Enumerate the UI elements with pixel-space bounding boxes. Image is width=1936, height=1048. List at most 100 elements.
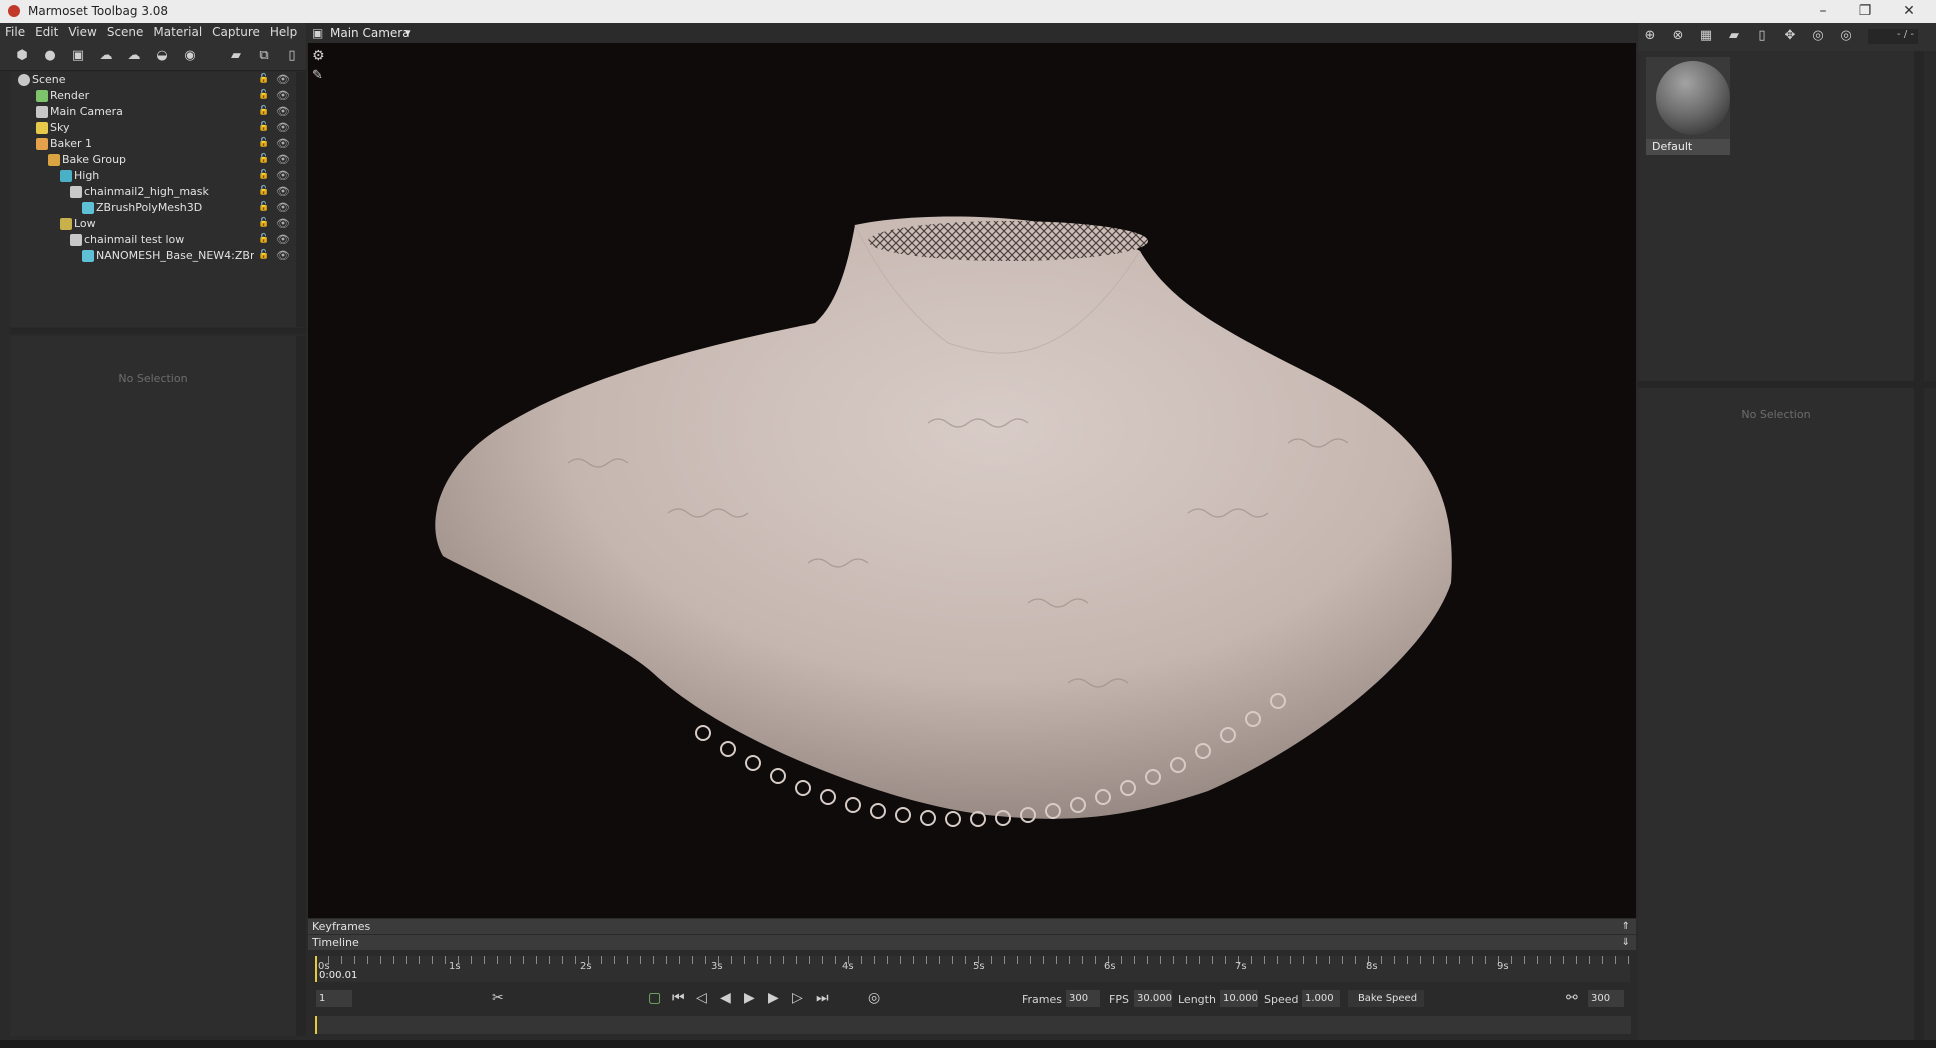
visibility-eye-icon[interactable]: 👁 (276, 201, 290, 214)
visibility-eye-icon[interactable]: 👁 (276, 137, 290, 150)
length-field[interactable]: 10.000 (1220, 990, 1258, 1007)
tree-item-main-camera[interactable]: Main Camera 🔓 👁 (10, 104, 296, 120)
add-light-icon[interactable]: ● (42, 48, 58, 64)
tree-item-high-mesh[interactable]: ZBrushPolyMesh3D 🔓 👁 (10, 200, 296, 216)
tree-item-render[interactable]: Render 🔓 👁 (10, 88, 296, 104)
play-icon[interactable]: ▶ (744, 990, 755, 1006)
lock-icon[interactable]: 🔓 (258, 74, 269, 85)
tree-item-scene[interactable]: Scene 🔓 👁 (10, 72, 296, 88)
visibility-eye-icon[interactable]: 👁 (276, 89, 290, 102)
tree-item-bake-group[interactable]: Bake Group 🔓 👁 (10, 152, 296, 168)
add-fog-icon[interactable]: ☁ (126, 48, 142, 64)
tree-item-sky[interactable]: Sky 🔓 👁 (10, 120, 296, 136)
chevron-down-icon[interactable]: ▾ (405, 26, 411, 39)
timeline-ruler[interactable]: 0s 1s 2s 3s 4s 5s 6s 7s 8s 9s 0:00.01 (315, 956, 1630, 982)
material-thumbnail[interactable]: Default (1646, 57, 1730, 155)
link-icon[interactable]: ⚯ (1566, 990, 1578, 1006)
step-back-icon[interactable]: ◀ (720, 990, 731, 1006)
menu-capture[interactable]: Capture (207, 23, 265, 41)
visibility-eye-icon[interactable]: 👁 (276, 233, 290, 246)
tree-item-low-mesh[interactable]: NANOMESH_Base_NEW4:ZBr 🔓 👁 (10, 248, 296, 264)
restore-button[interactable]: ❐ (1850, 2, 1880, 20)
menu-edit[interactable]: Edit (30, 23, 63, 41)
menu-material[interactable]: Material (148, 23, 207, 41)
lock-icon[interactable]: 🔓 (258, 138, 269, 149)
add-shadow-catcher-icon[interactable]: ◒ (154, 48, 170, 64)
tree-item-high-mask[interactable]: chainmail2_high_mask 🔓 👁 (10, 184, 296, 200)
close-button[interactable]: ✕ (1894, 2, 1924, 20)
lock-icon[interactable]: 🔓 (258, 202, 269, 213)
loop-icon[interactable]: ▢ (648, 990, 661, 1006)
duplicate-icon[interactable]: ⧉ (256, 48, 272, 64)
open-folder-icon[interactable]: ▰ (228, 48, 244, 64)
assign-material-icon[interactable]: ✥ (1782, 28, 1798, 44)
playhead[interactable] (315, 956, 317, 982)
expand-icon[interactable]: ⇑ (1622, 919, 1630, 934)
skip-end-icon[interactable]: ⏭ (816, 990, 829, 1006)
lock-icon[interactable]: 🔓 (258, 186, 269, 197)
tree-item-baker[interactable]: Baker 1 🔓 👁 (10, 136, 296, 152)
add-baker-icon[interactable]: ◉ (182, 48, 198, 64)
lock-icon[interactable]: 🔓 (258, 106, 269, 117)
menu-help[interactable]: Help (265, 23, 302, 41)
visibility-eye-icon[interactable]: 👁 (276, 73, 290, 86)
visibility-eye-icon[interactable]: 👁 (276, 153, 290, 166)
bake-speed-button[interactable]: Bake Speed (1348, 990, 1424, 1007)
tree-item-low[interactable]: Low 🔓 👁 (10, 216, 296, 232)
material-scrollbar[interactable] (1914, 51, 1924, 381)
delete-icon[interactable]: ▯ (1754, 28, 1770, 44)
skip-start-icon[interactable]: ⏮ (672, 990, 685, 1006)
end-frame-field[interactable]: 300 (1588, 990, 1624, 1007)
lock-icon[interactable]: 🔓 (258, 170, 269, 181)
compass-icon[interactable]: ◎ (1810, 28, 1826, 44)
add-camera-icon[interactable]: ▣ (70, 48, 86, 64)
right-panel-splitter[interactable] (1638, 381, 1936, 388)
lock-icon[interactable]: 🔓 (258, 154, 269, 165)
visibility-eye-icon[interactable]: 👁 (276, 249, 290, 262)
lock-icon[interactable]: 🔓 (258, 250, 269, 261)
visibility-eye-icon[interactable]: 👁 (276, 105, 290, 118)
properties-scrollbar[interactable] (296, 336, 306, 1036)
menu-file[interactable]: File (0, 23, 30, 41)
panel-splitter[interactable] (10, 328, 306, 334)
checker-icon[interactable]: ▦ (1698, 28, 1714, 44)
keyframes-header[interactable]: Keyframes ⇑ (308, 919, 1636, 934)
tree-item-high[interactable]: High 🔓 👁 (10, 168, 296, 184)
collapse-icon[interactable]: ⇓ (1622, 935, 1630, 950)
speed-field[interactable]: 1.000 (1302, 990, 1340, 1007)
prev-key-icon[interactable]: ◁ (696, 990, 707, 1006)
minimize-button[interactable]: – (1808, 2, 1838, 20)
next-key-icon[interactable]: ▷ (792, 990, 803, 1006)
visibility-eye-icon[interactable]: 👁 (276, 121, 290, 134)
material-properties-scrollbar[interactable] (1914, 388, 1924, 1040)
current-frame-field[interactable]: 1 (316, 990, 352, 1007)
step-forward-icon[interactable]: ▶ (768, 990, 779, 1006)
timeline-header[interactable]: Timeline ⇓ (308, 935, 1636, 950)
lock-icon[interactable]: 🔓 (258, 90, 269, 101)
record-compass-icon[interactable]: ◎ (868, 990, 880, 1006)
duplicate-material-icon[interactable]: ⊗ (1670, 28, 1686, 44)
navigate-icon[interactable]: ◎ (1838, 28, 1854, 44)
animation-track[interactable] (315, 1016, 1631, 1034)
menu-scene[interactable]: Scene (102, 23, 149, 41)
add-mesh-icon[interactable]: ⬢ (14, 48, 30, 64)
3d-viewport[interactable]: ▣ Main Camera ▾ ⚙ ✎ (308, 23, 1636, 918)
lock-icon[interactable]: 🔓 (258, 234, 269, 245)
new-material-icon[interactable]: ⊕ (1642, 28, 1658, 44)
visibility-eye-icon[interactable]: 👁 (276, 169, 290, 182)
scene-tree-scrollbar[interactable] (296, 72, 306, 327)
visibility-eye-icon[interactable]: 👁 (276, 185, 290, 198)
open-folder-icon[interactable]: ▰ (1726, 28, 1742, 44)
material-page-field[interactable]: - / - (1868, 29, 1918, 44)
tree-item-low-object[interactable]: chainmail test low 🔓 👁 (10, 232, 296, 248)
keyframe-tool-icon[interactable]: ✂ (492, 990, 504, 1006)
menu-view[interactable]: View (63, 23, 101, 41)
lock-icon[interactable]: 🔓 (258, 218, 269, 229)
frames-field[interactable]: 300 (1066, 990, 1100, 1007)
fps-field[interactable]: 30.000 (1134, 990, 1172, 1007)
camera-selector[interactable]: Main Camera (330, 26, 410, 40)
lock-icon[interactable]: 🔓 (258, 122, 269, 133)
delete-icon[interactable]: ▯ (284, 48, 300, 64)
add-sky-icon[interactable]: ☁ (98, 48, 114, 64)
visibility-eye-icon[interactable]: 👁 (276, 217, 290, 230)
